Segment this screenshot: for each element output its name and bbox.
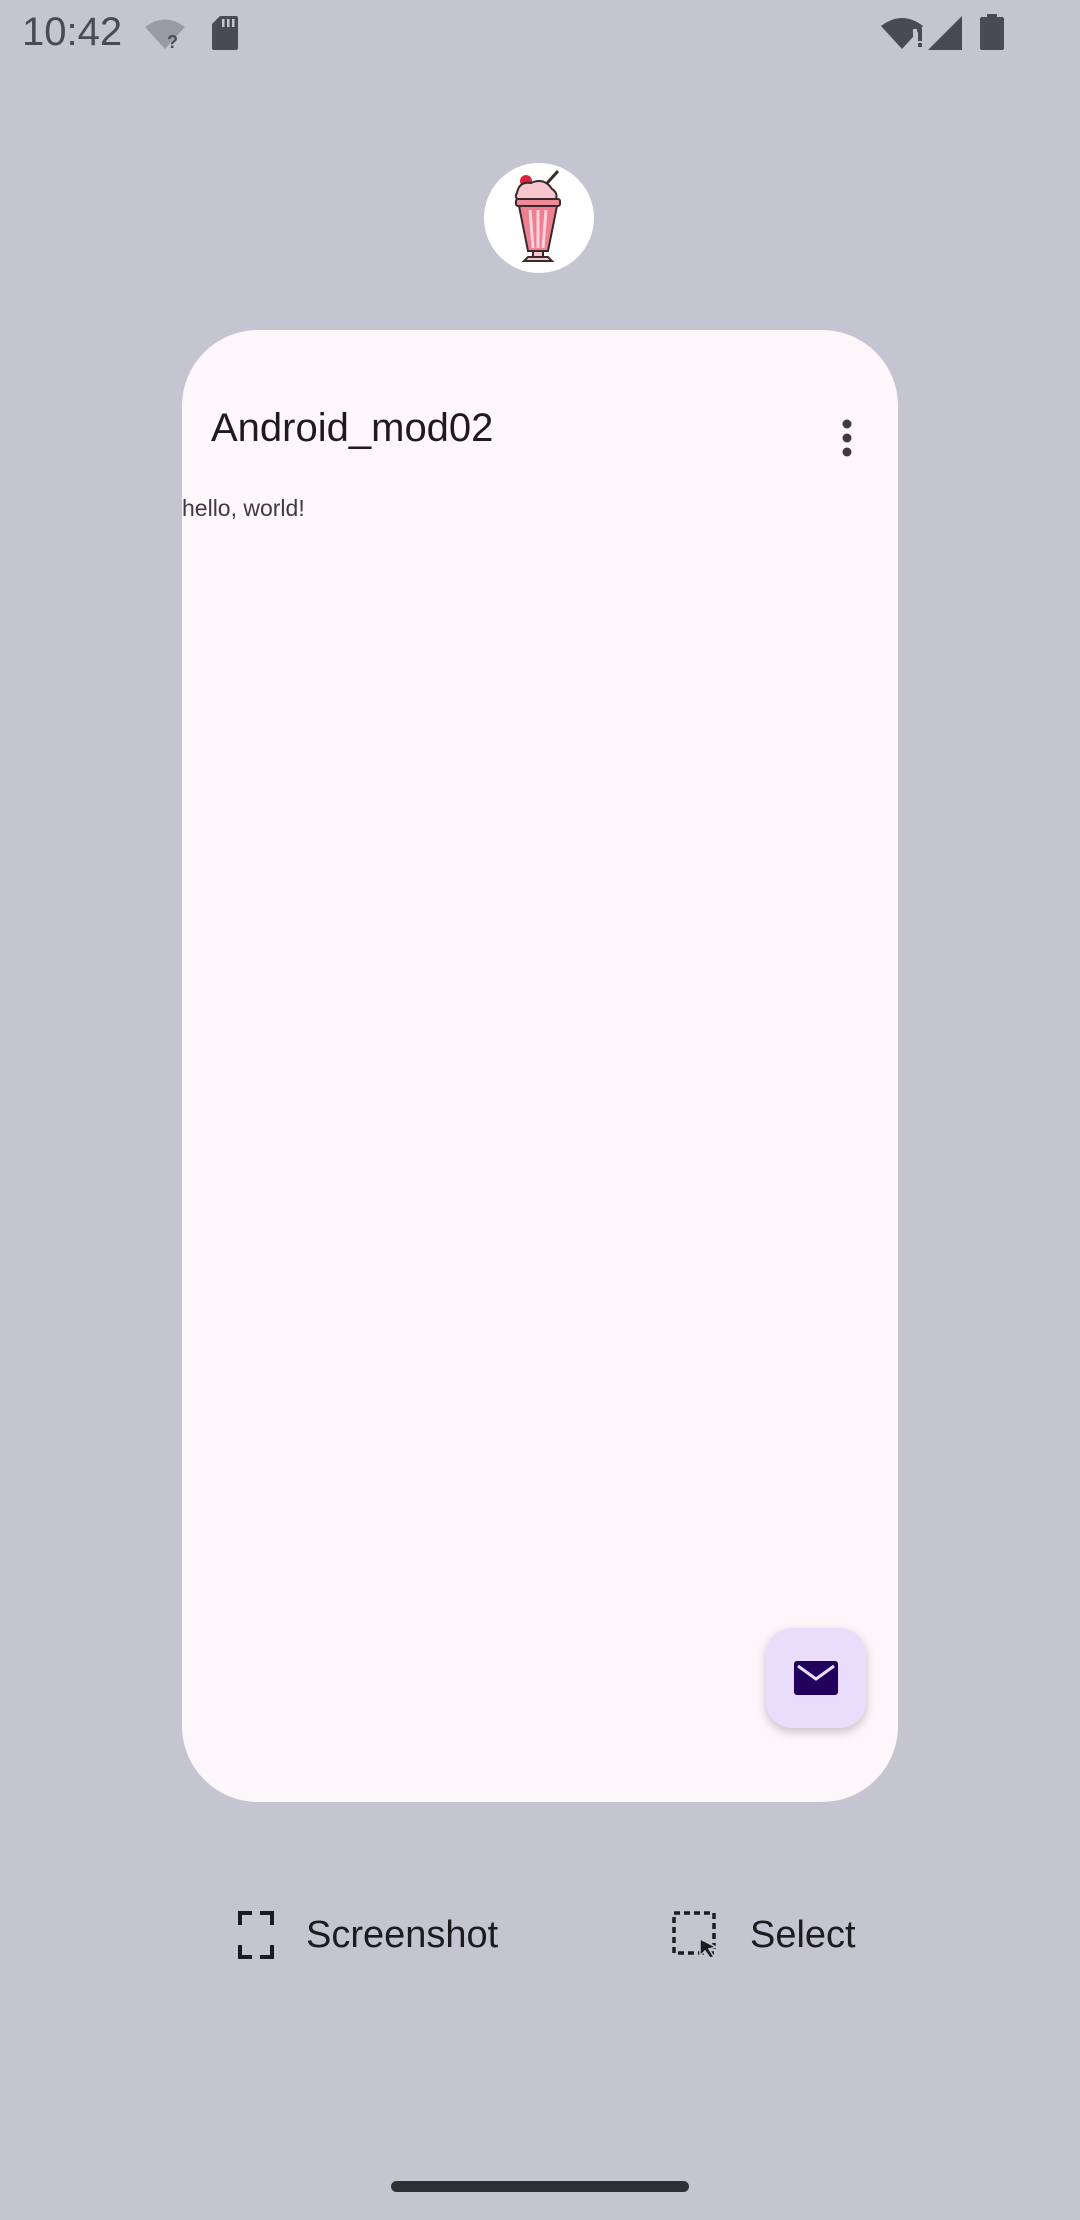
app-preview-card[interactable]: Android_mod02 hello, world! [182, 330, 898, 1802]
screenshot-icon [238, 1911, 274, 1959]
select-label: Select [750, 1913, 856, 1956]
select-icon [672, 1911, 718, 1959]
mail-fab-button[interactable] [766, 1628, 866, 1728]
select-button[interactable]: Select [672, 1900, 856, 1970]
wifi-question-icon: ? [144, 18, 186, 55]
status-time: 10:42 [22, 10, 123, 54]
hello-text: hello, world! [182, 495, 305, 521]
home-gesture-bar[interactable] [391, 2181, 689, 2192]
app-title: Android_mod02 [211, 406, 494, 450]
sd-card-icon [212, 16, 238, 55]
mail-icon [794, 1661, 838, 1695]
more-vert-icon[interactable] [832, 410, 862, 466]
status-bar: 10:42 ? [0, 0, 1080, 66]
milkshake-app-icon[interactable] [484, 163, 594, 273]
battery-icon [980, 14, 1004, 55]
svg-text:?: ? [167, 32, 178, 50]
cell-signal-icon [928, 16, 962, 55]
wifi-alert-icon [880, 16, 924, 55]
screenshot-label: Screenshot [306, 1913, 499, 1956]
screenshot-button[interactable]: Screenshot [238, 1900, 498, 1970]
